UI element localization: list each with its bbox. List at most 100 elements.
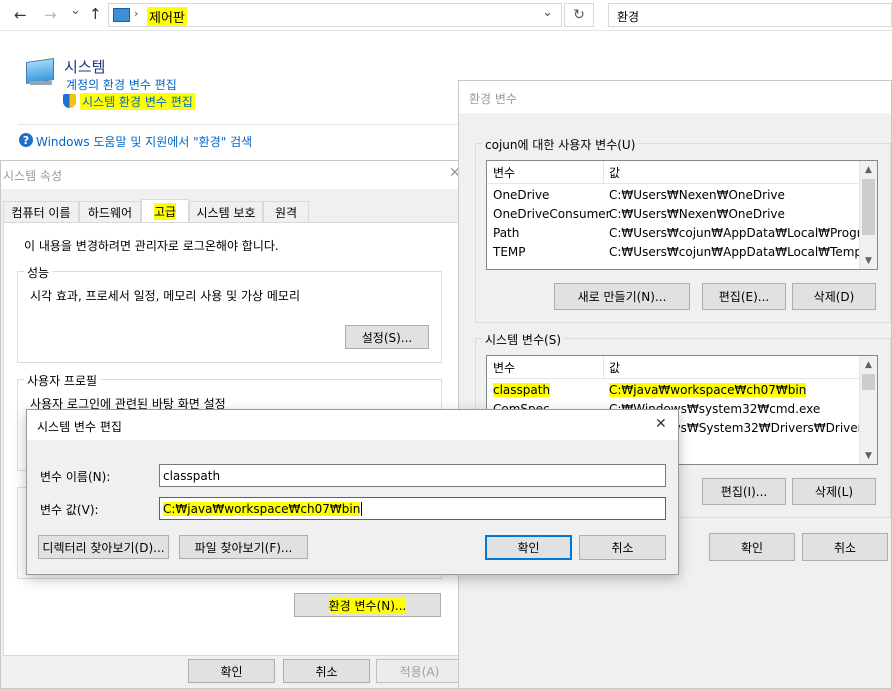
- variable-value: C:₩java₩workspace₩ch07₩bin: [609, 382, 807, 397]
- button-label: 확인: [740, 540, 764, 555]
- recent-dropdown-icon[interactable]: ⌄: [70, 3, 81, 18]
- variable-value: C:₩Users₩Nexen₩OneDrive: [609, 187, 785, 202]
- button-label: 삭제(L): [814, 485, 854, 499]
- button-label: 확인: [220, 664, 243, 679]
- column-divider: [603, 356, 604, 378]
- user-variables-group: cojun에 대한 사용자 변수(U) 변수 값 OneDrive C:₩Use…: [475, 136, 891, 323]
- column-divider: [603, 161, 604, 183]
- search-input[interactable]: 환경: [617, 8, 639, 25]
- variable-name-field[interactable]: classpath: [159, 464, 666, 487]
- scroll-up-icon[interactable]: ▲: [860, 161, 877, 178]
- tab-hardware[interactable]: 하드웨어: [79, 201, 141, 222]
- tab-label: 시스템 보호: [196, 205, 256, 220]
- editdlg-titlebar: 시스템 변수 편집 ✕: [27, 410, 678, 440]
- shield-icon: [63, 94, 76, 108]
- address-dropdown-icon[interactable]: ⌄: [542, 5, 553, 20]
- forward-icon[interactable]: →: [44, 6, 57, 24]
- list-header: 변수 값: [487, 356, 862, 379]
- envvars-cancel-button[interactable]: 취소: [802, 533, 888, 561]
- variable-value-field[interactable]: C:₩java₩workspace₩ch07₩bin: [159, 497, 666, 520]
- table-row[interactable]: Path C:₩Users₩cojun₩AppData₩Local₩Progra…: [487, 223, 877, 242]
- variable-name: classpath: [493, 382, 551, 397]
- envvars-titlebar: 환경 변수: [459, 81, 891, 113]
- tab-remote[interactable]: 원격: [263, 201, 309, 222]
- variable-name: Path: [493, 225, 520, 240]
- button-label: 취소: [315, 664, 338, 679]
- editdlg-ok-button[interactable]: 확인: [485, 535, 572, 560]
- back-icon[interactable]: ←: [14, 6, 27, 24]
- address-bar[interactable]: › 제어판 ⌄: [108, 3, 562, 27]
- environment-variables-dialog: 환경 변수 cojun에 대한 사용자 변수(U) 변수 값 OneDrive …: [458, 80, 892, 689]
- edit-system-variable-dialog: 시스템 변수 편집 ✕ 변수 이름(N): classpath 변수 값(V):…: [26, 409, 679, 575]
- tab-advanced[interactable]: 고급: [141, 199, 189, 223]
- button-label: 삭제(D): [813, 290, 855, 304]
- scroll-down-icon[interactable]: ▼: [860, 252, 877, 269]
- user-profile-group-title: 사용자 프로필: [24, 372, 101, 389]
- performance-desc: 시각 효과, 프로세서 일정, 메모리 사용 및 가상 메모리: [30, 289, 300, 303]
- table-row[interactable]: TEMP C:₩Users₩cojun₩AppData₩Local₩Temp: [487, 242, 862, 261]
- scrollbar-thumb[interactable]: [862, 374, 875, 390]
- close-icon[interactable]: ✕: [655, 416, 667, 432]
- button-label: 디렉터리 찾아보기(D)...: [42, 540, 165, 555]
- system-result-stand: [30, 81, 52, 85]
- column-header-value[interactable]: 값: [609, 164, 620, 181]
- column-header-variable[interactable]: 변수: [493, 164, 515, 181]
- system-result-title[interactable]: 시스템: [64, 56, 105, 77]
- variable-name: OneDriveConsumer: [493, 206, 611, 221]
- scroll-up-icon[interactable]: ▲: [860, 356, 877, 373]
- envvars-ok-button[interactable]: 확인: [709, 533, 795, 561]
- sysprops-apply-button[interactable]: 적용(A): [376, 659, 463, 683]
- help-search-link[interactable]: Windows 도움말 및 지원에서 "환경" 검색: [36, 133, 252, 150]
- user-new-button[interactable]: 새로 만들기(N)...: [554, 283, 690, 310]
- sysprops-titlebar: 시스템 속성 ✕: [1, 161, 461, 189]
- button-label: 취소: [611, 541, 634, 555]
- user-delete-button[interactable]: 삭제(D): [792, 283, 876, 310]
- breadcrumb-control-panel[interactable]: 제어판: [147, 7, 187, 26]
- scrollbar-thumb[interactable]: [862, 179, 875, 235]
- column-header-value[interactable]: 값: [609, 359, 620, 376]
- editdlg-cancel-button[interactable]: 취소: [579, 535, 666, 560]
- performance-group: 성능 시각 효과, 프로세서 일정, 메모리 사용 및 가상 메모리 설정(S)…: [17, 264, 442, 363]
- table-row[interactable]: OneDriveConsumer C:₩Users₩Nexen₩OneDrive: [487, 204, 862, 223]
- system-edit-button[interactable]: 편집(I)...: [702, 478, 786, 505]
- system-list-scrollbar[interactable]: ▲ ▼: [859, 356, 877, 464]
- user-edit-button[interactable]: 편집(E)...: [702, 283, 786, 310]
- tab-computer-name[interactable]: 컴퓨터 이름: [3, 201, 79, 222]
- sysprops-cancel-button[interactable]: 취소: [283, 659, 370, 683]
- button-label: 파일 찾아보기(F)...: [194, 540, 293, 555]
- sysprops-ok-button[interactable]: 확인: [188, 659, 275, 683]
- tab-system-protection[interactable]: 시스템 보호: [189, 201, 263, 222]
- table-row[interactable]: classpath C:₩java₩workspace₩ch07₩bin: [487, 380, 862, 399]
- variable-value: C:₩Users₩cojun₩AppData₩Local₩Temp: [609, 244, 863, 259]
- button-label: 취소: [833, 540, 857, 555]
- browse-directory-button[interactable]: 디렉터리 찾아보기(D)...: [38, 535, 169, 559]
- button-label: 편집(I)...: [720, 485, 768, 499]
- search-box[interactable]: 환경: [608, 3, 892, 27]
- button-label: 편집(E)...: [718, 290, 770, 304]
- environment-variables-button[interactable]: 환경 변수(N)...: [294, 593, 441, 617]
- tab-label: 고급: [153, 203, 177, 220]
- scroll-down-icon[interactable]: ▼: [860, 447, 877, 464]
- button-label: 적용(A): [399, 664, 440, 679]
- button-label: 환경 변수(N)...: [328, 596, 407, 614]
- table-row[interactable]: OneDrive C:₩Users₩Nexen₩OneDrive: [487, 185, 862, 204]
- refresh-button[interactable]: ↻: [564, 3, 594, 27]
- help-icon: ?: [19, 133, 33, 147]
- column-header-variable[interactable]: 변수: [493, 359, 515, 376]
- text-cursor: [361, 501, 363, 516]
- user-variables-list[interactable]: 변수 값 OneDrive C:₩Users₩Nexen₩OneDrive On…: [486, 160, 878, 270]
- account-env-link[interactable]: 계정의 환경 변수 편집: [66, 76, 177, 93]
- explorer-toolbar: ← → ⌄ ↑ › 제어판 ⌄ ↻ 환경: [0, 0, 892, 31]
- button-label: 새로 만들기(N)...: [577, 290, 667, 304]
- system-delete-button[interactable]: 삭제(L): [792, 478, 876, 505]
- tab-label: 하드웨어: [87, 205, 133, 220]
- button-label: 확인: [517, 541, 540, 555]
- variable-name: OneDrive: [493, 187, 550, 202]
- user-list-scrollbar[interactable]: ▲ ▼: [859, 161, 877, 269]
- envvars-title: 환경 변수: [469, 92, 517, 106]
- up-icon[interactable]: ↑: [89, 5, 102, 23]
- variable-value: C:₩Users₩Nexen₩OneDrive: [609, 206, 785, 221]
- system-env-link[interactable]: 시스템 환경 변수 편집: [80, 93, 195, 110]
- browse-file-button[interactable]: 파일 찾아보기(F)...: [179, 535, 308, 559]
- performance-settings-button[interactable]: 설정(S)...: [345, 325, 429, 349]
